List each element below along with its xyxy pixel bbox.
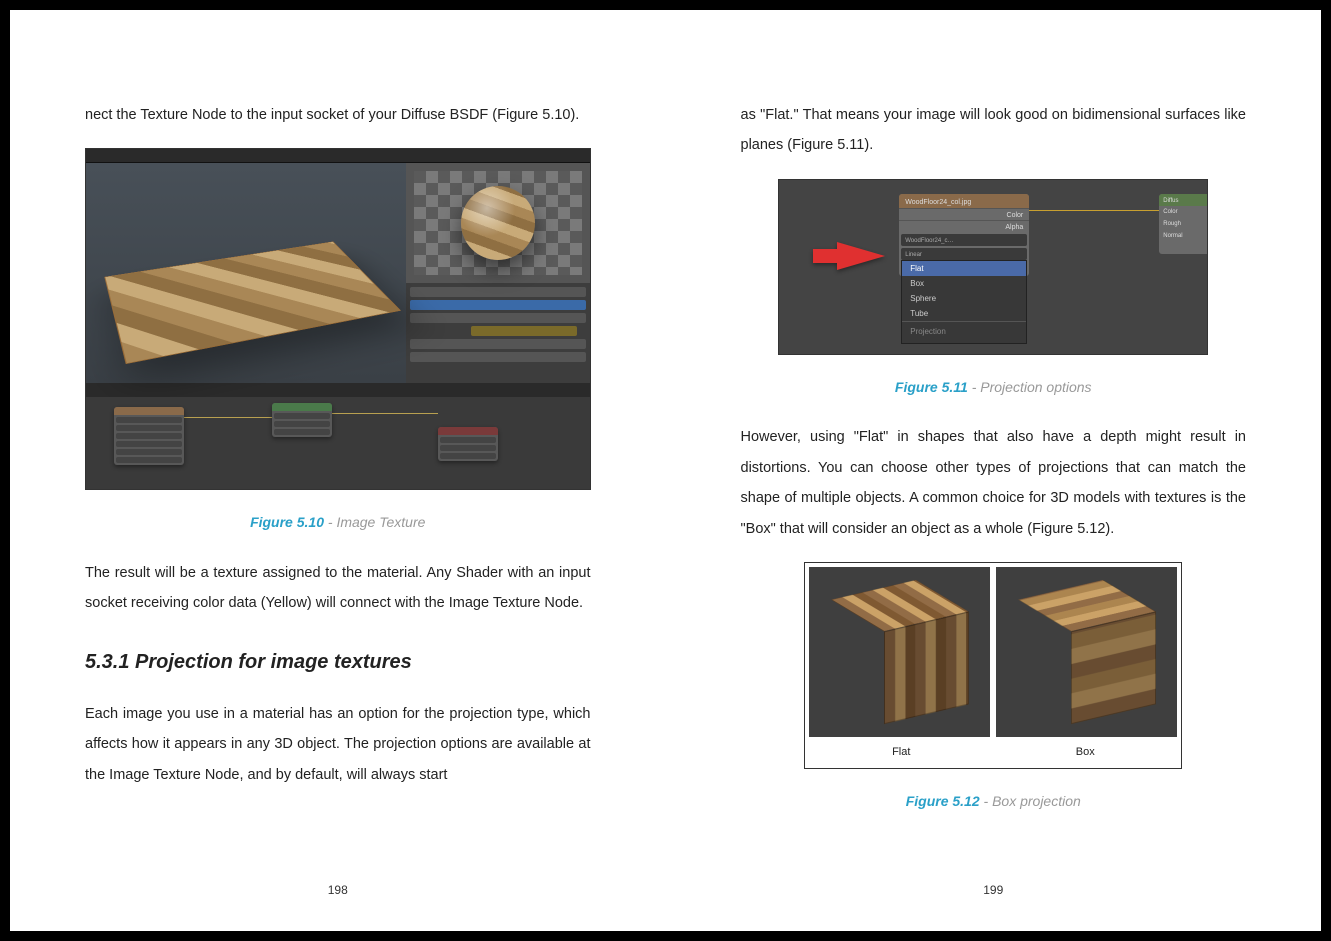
image-texture-node	[114, 407, 184, 465]
material-output-node	[438, 427, 498, 461]
output-alpha: Alpha	[899, 220, 1029, 232]
blender-viewport	[86, 163, 406, 383]
node-editor	[86, 397, 590, 490]
textured-plane	[105, 242, 399, 363]
node-header: Diffus	[1159, 194, 1207, 206]
label-flat: Flat	[809, 737, 993, 764]
dropdown-header: Projection	[902, 321, 1026, 343]
figure-5-10-caption: Figure 5.10 - Image Texture	[85, 508, 591, 537]
interpolation-field: Linear	[901, 248, 1027, 260]
body-text: nect the Texture Node to the input socke…	[85, 100, 591, 130]
book-spread: nect the Texture Node to the input socke…	[10, 10, 1321, 931]
diffuse-node-partial: Diffus Color Rough Normal	[1159, 194, 1207, 254]
material-preview	[406, 163, 590, 283]
figure-5-11: WoodFloor24_col.jpg Color Alpha WoodFloo…	[741, 179, 1247, 355]
red-arrow-icon	[837, 242, 885, 270]
image-field: WoodFloor24_c…	[901, 234, 1027, 246]
page-left: nect the Texture Node to the input socke…	[10, 10, 666, 931]
section-heading: 5.3.1 Projection for image textures	[85, 641, 591, 683]
body-text: as "Flat." That means your image will lo…	[741, 100, 1247, 161]
figure-title: Image Texture	[336, 514, 425, 530]
page-right: as "Flat." That means your image will lo…	[666, 10, 1322, 931]
dropdown-option-sphere: Sphere	[902, 291, 1026, 306]
figure-5-12: Flat Box	[741, 562, 1247, 769]
dropdown-option-flat: Flat	[902, 261, 1026, 276]
figure-5-11-image: WoodFloor24_col.jpg Color Alpha WoodFloo…	[778, 179, 1208, 355]
figure-5-12-image: Flat Box	[804, 562, 1182, 769]
figure-title: Projection options	[980, 379, 1091, 395]
figure-number: Figure 5.12	[906, 793, 980, 809]
diffuse-bsdf-node	[272, 403, 332, 437]
figure-number: Figure 5.10	[250, 514, 324, 530]
figure-5-11-caption: Figure 5.11 - Projection options	[741, 373, 1247, 402]
flat-projection-render	[809, 567, 990, 737]
figure-number: Figure 5.11	[895, 379, 968, 395]
figure-title: Box projection	[992, 793, 1081, 809]
body-text: The result will be a texture assigned to…	[85, 558, 591, 619]
properties-panel	[406, 283, 590, 383]
body-text: Each image you use in a material has an …	[85, 699, 591, 790]
node-header: WoodFloor24_col.jpg	[899, 194, 1029, 208]
figure-5-12-caption: Figure 5.12 - Box projection	[741, 787, 1247, 816]
dropdown-option-tube: Tube	[902, 306, 1026, 321]
page-number-right: 199	[666, 878, 1322, 903]
figure-5-10	[85, 148, 591, 490]
preview-sphere	[461, 186, 535, 260]
page-number-left: 198	[10, 878, 666, 903]
box-projection-render	[996, 567, 1177, 737]
dropdown-option-box: Box	[902, 276, 1026, 291]
figure-5-10-image	[85, 148, 591, 490]
projection-dropdown: Flat Box Sphere Tube Projection	[901, 260, 1027, 344]
label-box: Box	[993, 737, 1177, 764]
body-text: However, using "Flat" in shapes that als…	[741, 422, 1247, 544]
